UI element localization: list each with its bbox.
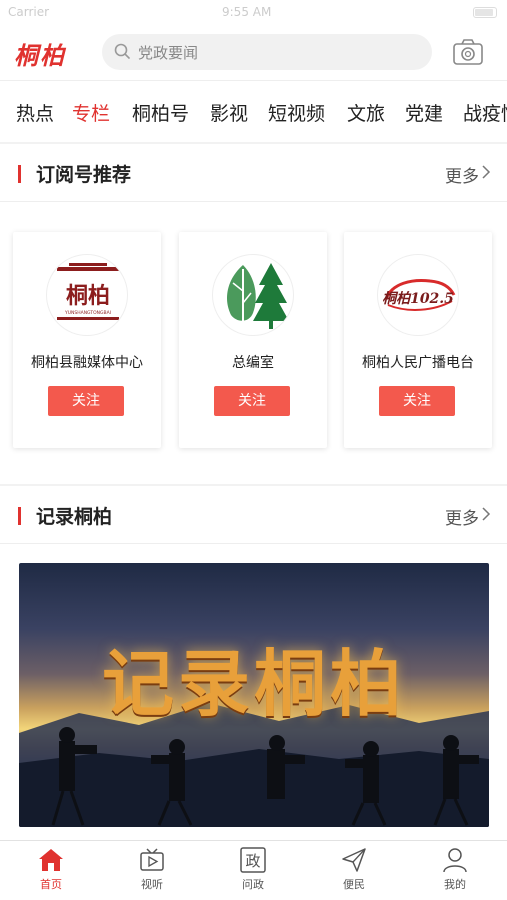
follow-button[interactable]: 关注 — [379, 386, 455, 416]
subscriptions-header: 订阅号推荐 更多 — [0, 144, 507, 202]
card-name: 总编室 — [232, 355, 274, 371]
radio-logo-icon: 桐柏102.5 — [377, 254, 459, 336]
zheng-glyph: 政 — [245, 852, 260, 870]
subscription-card[interactable]: 桐柏 YUNSHANGTONGBAI 桐柏县融媒体中心 关注 — [13, 232, 161, 448]
tab-tongbai-hao[interactable]: 桐柏号 — [132, 99, 189, 126]
svg-text:桐柏102.5: 桐柏102.5 — [382, 290, 454, 307]
more-link[interactable]: 更多 — [445, 504, 479, 529]
media-center-logo-icon: 桐柏 YUNSHANGTONGBAI — [46, 254, 128, 336]
user-icon — [443, 848, 467, 873]
section-title: 记录桐柏 — [36, 506, 113, 528]
card-name: 桐柏人民广播电台 — [362, 355, 474, 371]
section-title: 订阅号推荐 — [36, 164, 132, 186]
bottom-nav: 首页 视听 政 问政 便民 我的 — [0, 840, 507, 900]
tab-culture-tourism[interactable]: 文旅 — [347, 99, 385, 126]
tab-epidemic[interactable]: 战疫情 — [463, 99, 507, 126]
search-icon — [114, 43, 130, 59]
follow-button[interactable]: 关注 — [48, 386, 124, 416]
record-banner[interactable]: 记录桐柏 — [19, 563, 489, 827]
tab-hot[interactable]: 热点 — [16, 99, 54, 126]
tv-icon — [140, 848, 164, 871]
nav-home[interactable]: 首页 — [21, 847, 81, 892]
send-icon — [342, 848, 366, 872]
tab-column[interactable]: 专栏 — [72, 99, 110, 126]
nav-label: 便民 — [343, 878, 365, 891]
tab-film[interactable]: 影视 — [210, 99, 248, 126]
subscription-card[interactable]: 总编室 关注 — [179, 232, 327, 448]
tree-logo-icon — [212, 254, 294, 336]
svg-text:桐柏: 桐柏 — [66, 283, 110, 309]
nav-label: 问政 — [242, 878, 264, 891]
record-section: 记录桐柏 — [0, 544, 507, 844]
nav-audio-video[interactable]: 视听 — [122, 847, 182, 892]
subscription-cards: 桐柏 YUNSHANGTONGBAI 桐柏县融媒体中心 关注 总编室 关注 桐柏… — [0, 202, 507, 484]
search-placeholder: 党政要闻 — [138, 44, 199, 62]
search-bar[interactable]: 党政要闻 — [102, 34, 432, 70]
tab-short-video[interactable]: 短视频 — [268, 99, 325, 126]
follow-button[interactable]: 关注 — [214, 386, 290, 416]
nav-mine[interactable]: 我的 — [425, 847, 485, 892]
subscription-card[interactable]: 桐柏102.5 桐柏人民广播电台 关注 — [344, 232, 492, 448]
nav-convenience[interactable]: 便民 — [324, 847, 384, 892]
clock: 9:55 AM — [222, 5, 272, 19]
zheng-icon: 政 — [240, 847, 266, 873]
carrier-label: Carrier — [8, 5, 50, 19]
app-logo[interactable]: 桐柏 — [14, 36, 66, 71]
banner-title: 记录桐柏 — [101, 641, 406, 726]
nav-label: 首页 — [40, 878, 62, 891]
nav-label: 我的 — [444, 878, 466, 891]
nav-label: 视听 — [141, 878, 163, 891]
section-accent-bar — [18, 507, 21, 525]
category-tabs: 热点 专栏 桐柏号 影视 短视频 文旅 党建 战疫情 — [0, 80, 507, 142]
chevron-right-icon[interactable] — [481, 165, 491, 179]
app-header: 桐柏 党政要闻 — [0, 26, 507, 80]
battery-icon — [473, 7, 497, 18]
card-name: 桐柏县融媒体中心 — [31, 355, 143, 371]
section-accent-bar — [18, 165, 21, 183]
nav-inquiry[interactable]: 政 问政 — [223, 847, 283, 892]
camera-icon[interactable] — [452, 38, 484, 66]
chevron-right-icon[interactable] — [481, 507, 491, 521]
record-header: 记录桐柏 更多 — [0, 486, 507, 544]
tab-party[interactable]: 党建 — [405, 99, 443, 126]
status-bar: Carrier 9:55 AM — [0, 0, 507, 26]
home-icon — [39, 849, 63, 871]
more-link[interactable]: 更多 — [445, 162, 479, 187]
svg-text:YUNSHANGTONGBAI: YUNSHANGTONGBAI — [64, 310, 111, 316]
